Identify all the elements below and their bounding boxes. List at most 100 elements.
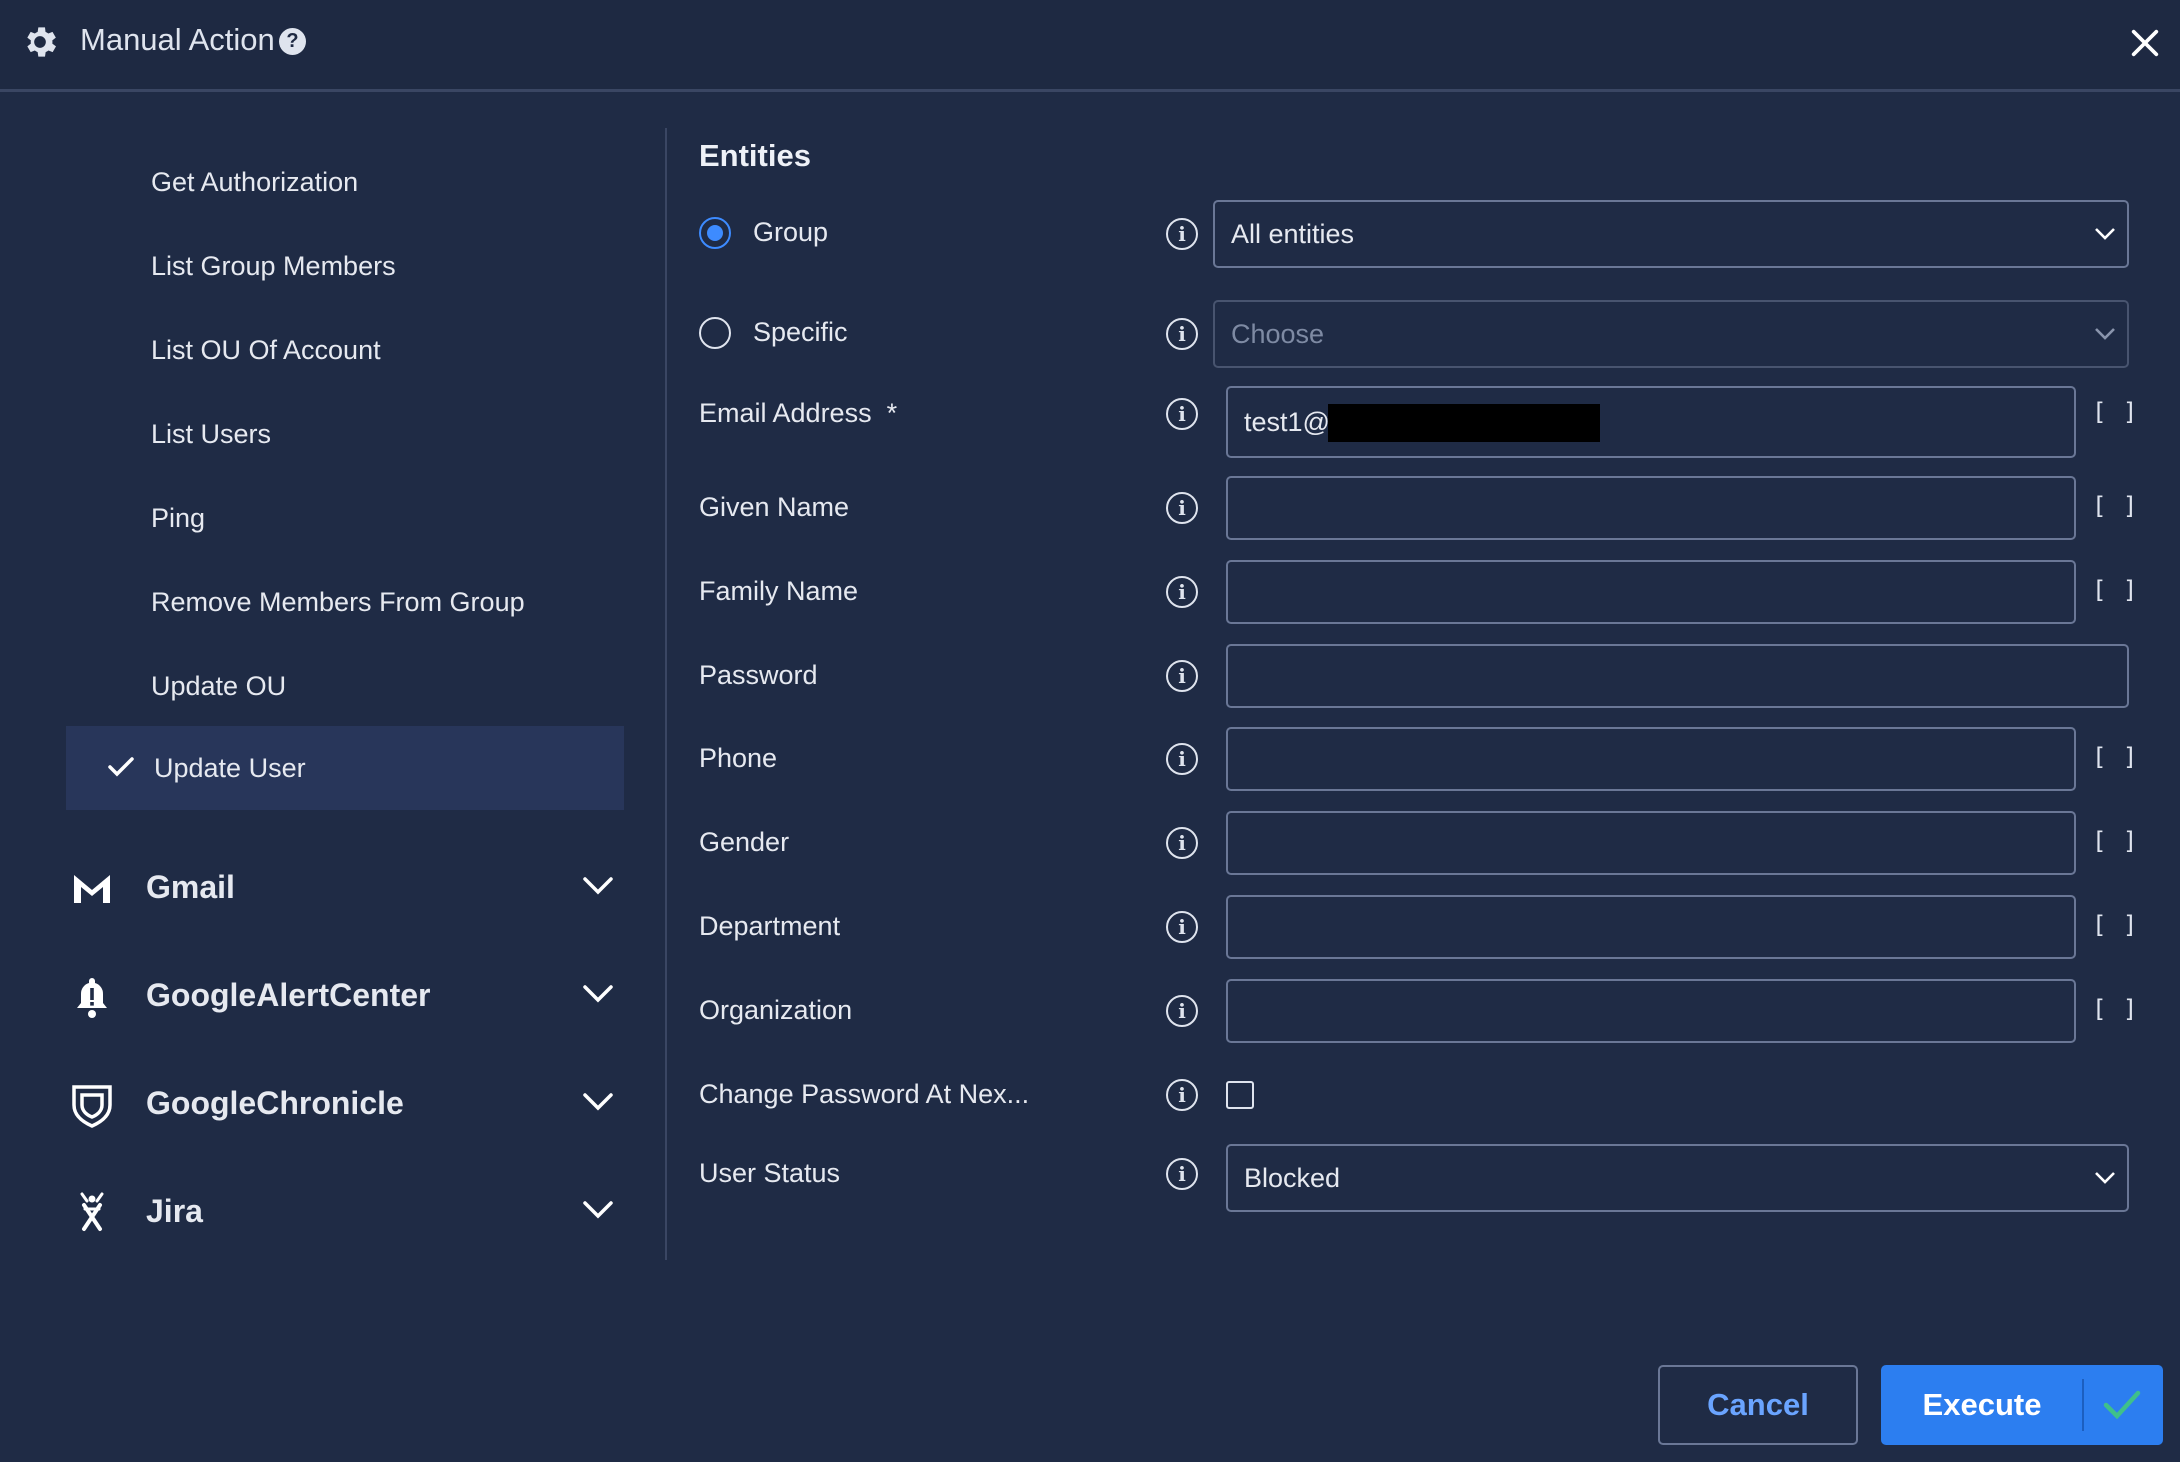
organization-label: Organization	[699, 995, 853, 1025]
info-icon[interactable]: i	[1166, 576, 1198, 608]
sidebar: Get Authorization List Group Members Lis…	[0, 95, 660, 1265]
list-placeholder-button[interactable]: [ ]	[2092, 492, 2138, 520]
sidebar-item-label: Update OU	[151, 671, 287, 701]
sidebar-item-label: List Group Members	[151, 251, 396, 281]
action-form: Entities Group i All entities Specific i…	[699, 128, 2149, 1268]
family-name-row: Family Name i [ ]	[699, 560, 2149, 640]
email-address-label: Email Address *	[699, 398, 897, 429]
department-row: Department i [ ]	[699, 895, 2149, 975]
info-icon[interactable]: i	[1166, 1158, 1198, 1190]
password-row: Password i	[699, 644, 2149, 724]
sidebar-item-list-group-members[interactable]: List Group Members	[66, 224, 624, 308]
sidebar-item-remove-members-from-group[interactable]: Remove Members From Group	[66, 560, 624, 644]
check-icon	[108, 757, 134, 777]
sidebar-item-ping[interactable]: Ping	[66, 476, 624, 560]
sidebar-group-label: Jira	[146, 1193, 203, 1229]
gmail-icon	[74, 875, 110, 903]
execute-button-label: Execute	[1922, 1387, 2042, 1422]
sidebar-item-list-ou-of-account[interactable]: List OU Of Account	[66, 308, 624, 392]
group-radio-label: Group	[753, 217, 829, 247]
user-status-select[interactable]: Blocked	[1226, 1144, 2129, 1212]
change-password-row: Change Password At Nex... i	[699, 1079, 2149, 1119]
department-field[interactable]	[1226, 895, 2076, 959]
department-label: Department	[699, 911, 841, 941]
entity-group-row: Group i All entities	[699, 200, 2149, 268]
sidebar-item-label: Get Authorization	[151, 167, 359, 197]
phone-row: Phone i [ ]	[699, 727, 2149, 807]
info-icon[interactable]: i	[1166, 995, 1198, 1027]
sidebar-group-jira[interactable]: Jira	[60, 1171, 630, 1255]
entities-group-select-value: All entities	[1231, 219, 1355, 249]
chevron-down-icon[interactable]	[582, 875, 614, 897]
gender-label: Gender	[699, 827, 790, 857]
given-name-field[interactable]	[1226, 476, 2076, 540]
specific-radio[interactable]	[699, 317, 731, 349]
cancel-button[interactable]: Cancel	[1658, 1365, 1858, 1445]
change-password-checkbox[interactable]	[1226, 1081, 1254, 1109]
sidebar-item-list-users[interactable]: List Users	[66, 392, 624, 476]
info-icon[interactable]: i	[1166, 1079, 1198, 1111]
sidebar-item-get-authorization[interactable]: Get Authorization	[66, 140, 624, 224]
entities-specific-select-placeholder: Choose	[1231, 319, 1325, 349]
chevron-down-icon	[2095, 328, 2115, 340]
given-name-label: Given Name	[699, 492, 850, 522]
info-icon[interactable]: i	[1166, 911, 1198, 943]
entity-specific-row: Specific i Choose	[699, 300, 2149, 368]
info-icon[interactable]: i	[1166, 318, 1198, 350]
section-title-entities: Entities	[699, 138, 811, 173]
sidebar-item-label: Remove Members From Group	[151, 587, 525, 617]
required-mark: *	[886, 398, 898, 428]
sidebar-group-gmail[interactable]: Gmail	[60, 847, 630, 931]
password-label: Password	[699, 660, 818, 690]
info-icon[interactable]: i	[1166, 218, 1198, 250]
jira-icon	[80, 1192, 104, 1231]
sidebar-item-update-ou[interactable]: Update OU	[66, 644, 624, 728]
close-icon[interactable]	[2128, 26, 2162, 60]
info-icon[interactable]: i	[1166, 492, 1198, 524]
info-icon[interactable]: i	[1166, 398, 1198, 430]
chevron-down-icon[interactable]	[582, 1199, 614, 1221]
list-placeholder-button[interactable]: [ ]	[2092, 398, 2138, 426]
sidebar-item-update-user[interactable]: Update User	[66, 726, 624, 810]
bell-icon	[77, 978, 107, 1018]
execute-button[interactable]: Execute	[1881, 1365, 2163, 1445]
entities-group-select[interactable]: All entities	[1213, 200, 2129, 268]
entities-specific-select[interactable]: Choose	[1213, 300, 2129, 368]
organization-row: Organization i [ ]	[699, 979, 2149, 1059]
family-name-label: Family Name	[699, 576, 859, 606]
help-icon[interactable]: ?	[279, 28, 306, 55]
phone-label: Phone	[699, 743, 778, 773]
info-icon[interactable]: i	[1166, 660, 1198, 692]
info-icon[interactable]: i	[1166, 743, 1198, 775]
chevron-down-icon	[2095, 1172, 2115, 1184]
list-placeholder-button[interactable]: [ ]	[2092, 995, 2138, 1023]
sidebar-group-label: GoogleAlertCenter	[146, 977, 431, 1013]
group-radio[interactable]	[699, 217, 731, 249]
specific-radio-label: Specific	[753, 317, 848, 347]
sidebar-group-label: GoogleChronicle	[146, 1085, 404, 1121]
user-status-label: User Status	[699, 1158, 841, 1188]
shield-icon	[72, 1085, 112, 1128]
button-separator	[2082, 1379, 2084, 1431]
info-icon[interactable]: i	[1166, 827, 1198, 859]
email-address-field[interactable]: test1@	[1226, 386, 2076, 458]
sidebar-group-googlechronicle[interactable]: GoogleChronicle	[60, 1063, 630, 1147]
list-placeholder-button[interactable]: [ ]	[2092, 911, 2138, 939]
gear-icon	[27, 27, 56, 57]
email-address-value: test1@	[1244, 407, 1330, 437]
password-field[interactable]	[1226, 644, 2129, 708]
chevron-down-icon[interactable]	[582, 983, 614, 1005]
gender-field[interactable]	[1226, 811, 2076, 875]
dialog-header: Manual Action ?	[0, 0, 2180, 92]
sidebar-group-googlealertcenter[interactable]: GoogleAlertCenter	[60, 955, 630, 1039]
family-name-field[interactable]	[1226, 560, 2076, 624]
phone-field[interactable]	[1226, 727, 2076, 791]
organization-field[interactable]	[1226, 979, 2076, 1043]
redacted-block	[1328, 404, 1600, 442]
user-status-value: Blocked	[1244, 1163, 1341, 1193]
list-placeholder-button[interactable]: [ ]	[2092, 827, 2138, 855]
check-icon	[2103, 1390, 2141, 1420]
list-placeholder-button[interactable]: [ ]	[2092, 743, 2138, 771]
chevron-down-icon[interactable]	[582, 1091, 614, 1113]
list-placeholder-button[interactable]: [ ]	[2092, 576, 2138, 604]
